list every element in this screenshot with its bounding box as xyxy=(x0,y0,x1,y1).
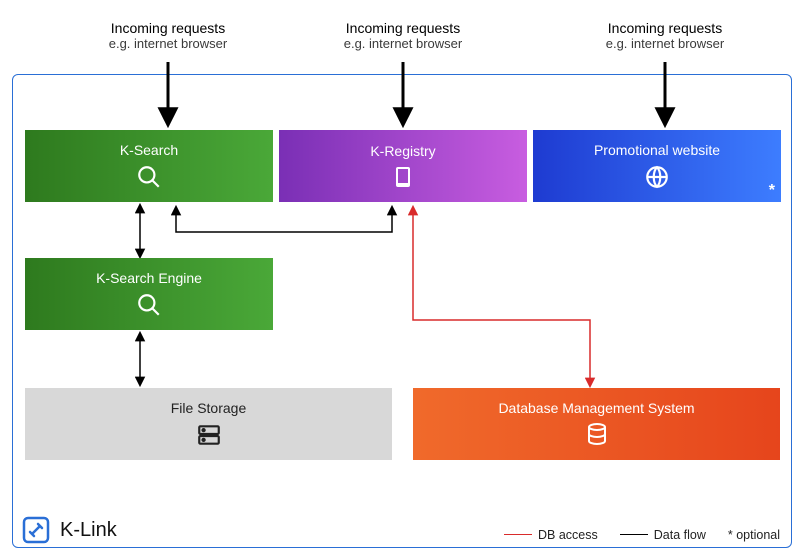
legend: DB access Data flow * optional xyxy=(504,528,780,542)
legend-optional: * optional xyxy=(728,528,780,542)
search-icon xyxy=(136,292,162,318)
storage-icon xyxy=(196,422,222,448)
box-ksearch: K-Search xyxy=(25,130,273,202)
brand: K-Link xyxy=(20,514,117,546)
legend-db-label: DB access xyxy=(538,528,598,542)
box-kregistry-label: K-Registry xyxy=(370,143,435,159)
legend-db-line xyxy=(504,534,532,535)
brand-text: K-Link xyxy=(60,519,117,542)
legend-flow: Data flow xyxy=(620,528,706,542)
box-engine-label: K-Search Engine xyxy=(96,270,202,286)
globe-icon xyxy=(644,164,670,190)
book-icon xyxy=(391,165,415,189)
database-icon xyxy=(585,422,609,448)
box-dbms: Database Management System xyxy=(413,388,780,460)
arrow-registry-dbms xyxy=(413,207,590,386)
box-dbms-label: Database Management System xyxy=(498,400,694,416)
box-engine: K-Search Engine xyxy=(25,258,273,330)
box-kregistry: K-Registry xyxy=(279,130,527,202)
optional-marker: * xyxy=(769,182,775,200)
box-ksearch-label: K-Search xyxy=(120,142,178,158)
arrow-search-registry xyxy=(176,207,392,232)
klink-logo-icon xyxy=(20,514,52,546)
search-icon xyxy=(136,164,162,190)
legend-flow-line xyxy=(620,534,648,535)
box-storage: File Storage xyxy=(25,388,392,460)
box-website: Promotional website * xyxy=(533,130,781,202)
box-website-label: Promotional website xyxy=(594,142,720,158)
legend-db: DB access xyxy=(504,528,598,542)
box-storage-label: File Storage xyxy=(171,400,246,416)
legend-flow-label: Data flow xyxy=(654,528,706,542)
